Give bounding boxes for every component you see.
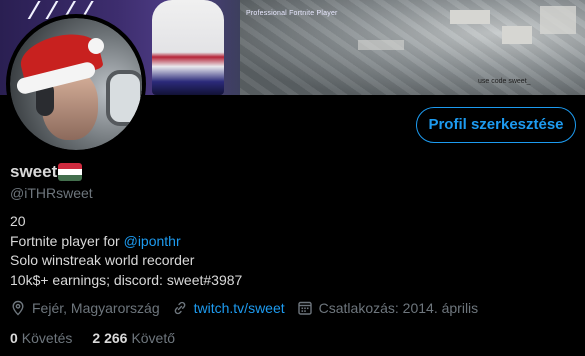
joined-item: Csatlakozás: 2014. április <box>297 300 479 316</box>
profile-handle: @iTHRsweet <box>10 185 93 201</box>
avatar-photo <box>10 18 142 150</box>
mention-link[interactable]: @iponthr <box>124 233 181 249</box>
banner-code-text: use code sweet_ <box>478 78 531 85</box>
bio-line-age: 20 <box>10 213 26 229</box>
banner-character <box>152 0 224 95</box>
link-icon <box>174 301 185 315</box>
avatar-window <box>106 70 142 126</box>
bio-team-prefix: Fortnite player for <box>10 232 124 249</box>
profile-name: sweet <box>10 162 58 181</box>
joined-text: Csatlakozás: 2014. április <box>318 300 479 316</box>
following-label: Követés <box>21 330 73 346</box>
location-item: Fejér, Magyarország <box>10 300 160 316</box>
avatar[interactable] <box>6 14 146 154</box>
banner-subtitle: Professional Fortnite Player <box>246 10 338 17</box>
bio-line-earnings: 10k$+ earnings; discord: sweet#3987 <box>10 271 243 288</box>
profile-meta: Fejér, Magyarország twitch.tv/sweet Csat… <box>10 300 490 316</box>
following-count: 0 <box>10 330 18 346</box>
bio-line-team: Fortnite player for @iponthr <box>10 232 242 252</box>
followers-count: 2 266 <box>92 330 128 346</box>
website-item: twitch.tv/sweet <box>172 300 285 316</box>
profile-bio: 20 Fortnite player for @iponthr Solo win… <box>10 212 242 290</box>
followers-label: Követő <box>131 330 176 346</box>
followers-link[interactable]: 2 266 Követő <box>92 330 175 346</box>
location-pin-icon <box>12 300 24 316</box>
edit-profile-button[interactable]: Profil szerkesztése <box>416 107 576 143</box>
bio-line-record: Solo winstreak world recorder <box>10 252 195 268</box>
hungary-flag-icon <box>58 163 83 181</box>
santa-hat-pompom <box>88 38 104 54</box>
follow-stats: 0 Követés 2 266 Követő <box>10 330 195 346</box>
following-link[interactable]: 0 Követés <box>10 330 72 346</box>
website-link[interactable]: twitch.tv/sweet <box>194 300 285 316</box>
calendar-icon <box>297 301 312 315</box>
profile-name-row: sweet <box>10 162 83 182</box>
location-text: Fejér, Magyarország <box>32 300 160 316</box>
